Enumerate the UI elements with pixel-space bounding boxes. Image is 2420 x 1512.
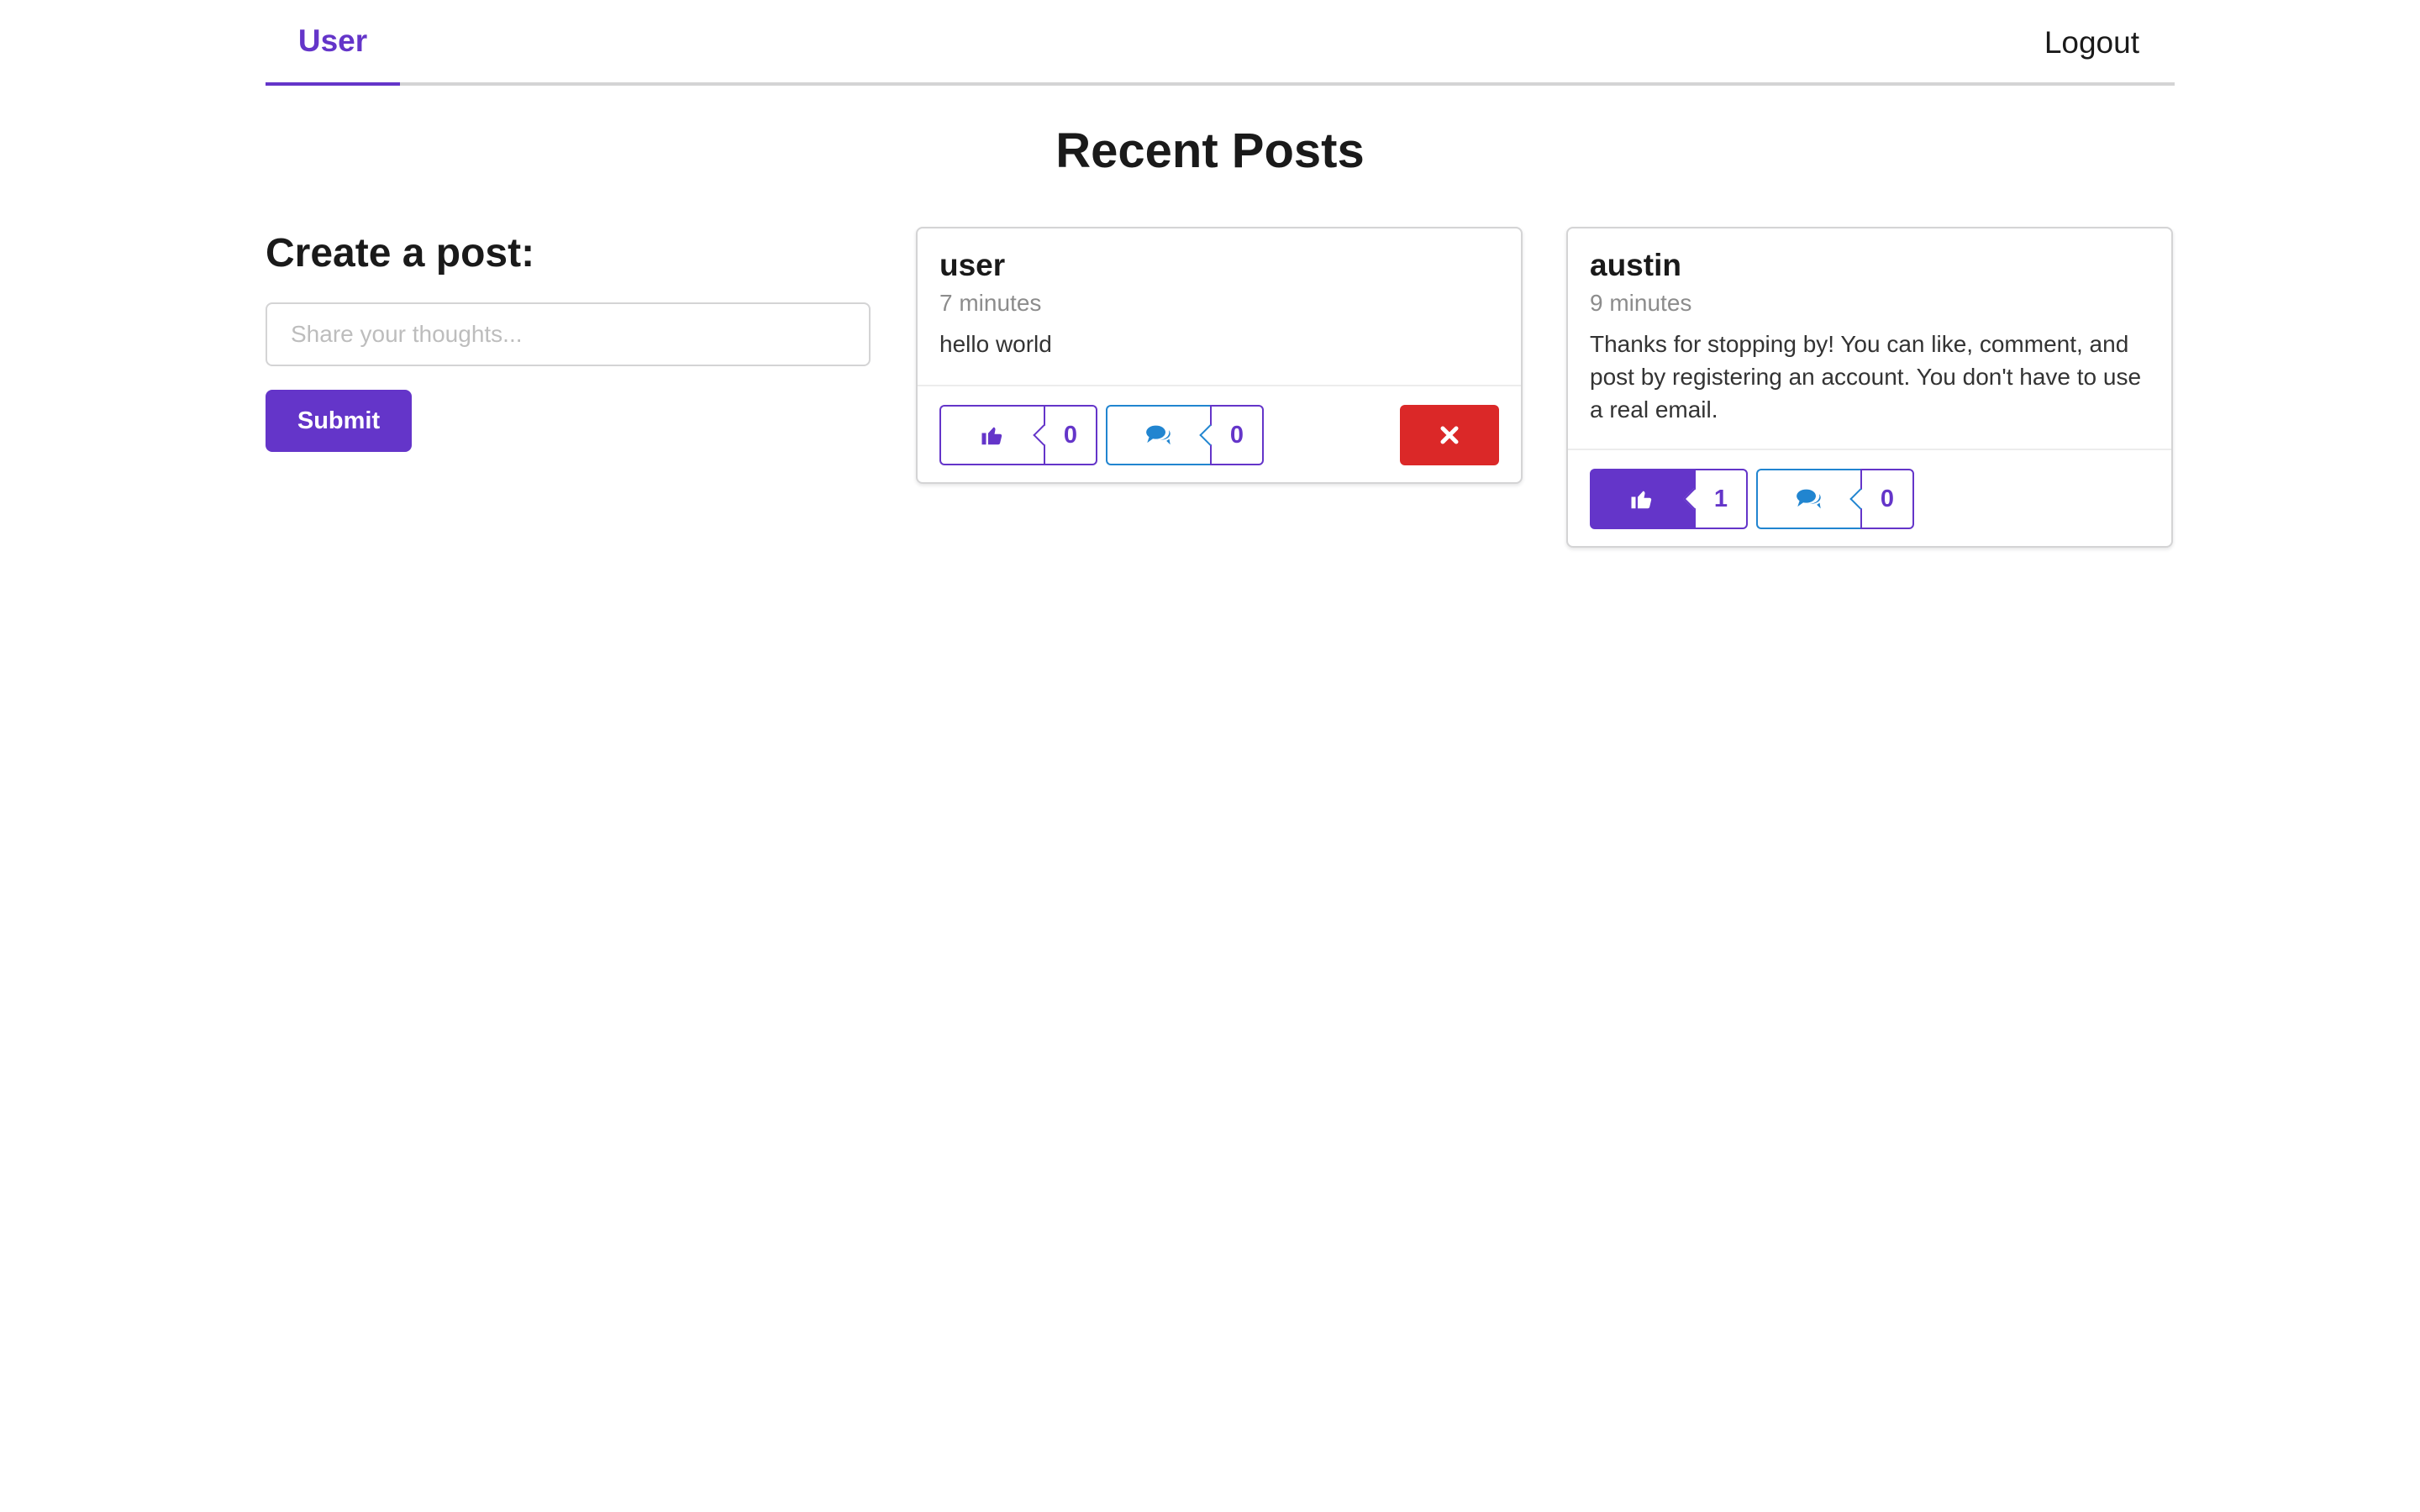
create-post-heading: Create a post: xyxy=(266,231,535,276)
post-body: Thanks for stopping by! You can like, co… xyxy=(1590,331,2142,423)
comment-button[interactable]: 0 xyxy=(1756,469,1914,529)
post-card: austin 9 minutes Thanks for stopping by!… xyxy=(1566,227,2173,548)
comment-icon-area[interactable] xyxy=(1756,469,1860,529)
post-author: austin xyxy=(1590,248,1681,282)
like-count: 1 xyxy=(1694,469,1748,529)
post-card: user 7 minutes hello world 0 0 xyxy=(916,227,1523,484)
like-button[interactable]: 0 xyxy=(939,405,1097,465)
post-time: 9 minutes xyxy=(1590,290,1692,316)
like-icon-area[interactable] xyxy=(1590,469,1694,529)
post-body: hello world xyxy=(939,331,1052,357)
post-content: user 7 minutes hello world xyxy=(918,228,1521,360)
page: User Logout Recent Posts Create a post: … xyxy=(0,0,2420,1512)
post-content: austin 9 minutes Thanks for stopping by!… xyxy=(1568,228,2171,426)
post-input[interactable] xyxy=(266,302,871,366)
comment-count: 0 xyxy=(1210,405,1264,465)
post-actions: 0 0 xyxy=(918,385,1521,482)
thumbs-up-icon xyxy=(981,427,1002,445)
like-button[interactable]: 1 xyxy=(1590,469,1748,529)
page-title: Recent Posts xyxy=(1055,123,1365,178)
comment-button[interactable]: 0 xyxy=(1106,405,1264,465)
comment-count: 0 xyxy=(1860,469,1914,529)
delete-post-button[interactable] xyxy=(1400,405,1499,465)
logout-link[interactable]: Logout xyxy=(2044,0,2139,86)
like-count: 0 xyxy=(1044,405,1097,465)
post-author: user xyxy=(939,248,1006,282)
like-icon-area[interactable] xyxy=(939,405,1044,465)
comment-icon-area[interactable] xyxy=(1106,405,1210,465)
close-icon xyxy=(1440,426,1459,444)
submit-button[interactable]: Submit xyxy=(266,390,412,452)
comments-icon xyxy=(1797,489,1821,509)
post-actions: 1 0 xyxy=(1568,449,2171,546)
top-nav: User Logout xyxy=(266,0,2175,86)
thumbs-up-icon xyxy=(1631,491,1652,509)
comments-icon xyxy=(1146,425,1171,445)
nav-tab-user[interactable]: User xyxy=(266,0,400,86)
post-time: 7 minutes xyxy=(939,290,1042,316)
